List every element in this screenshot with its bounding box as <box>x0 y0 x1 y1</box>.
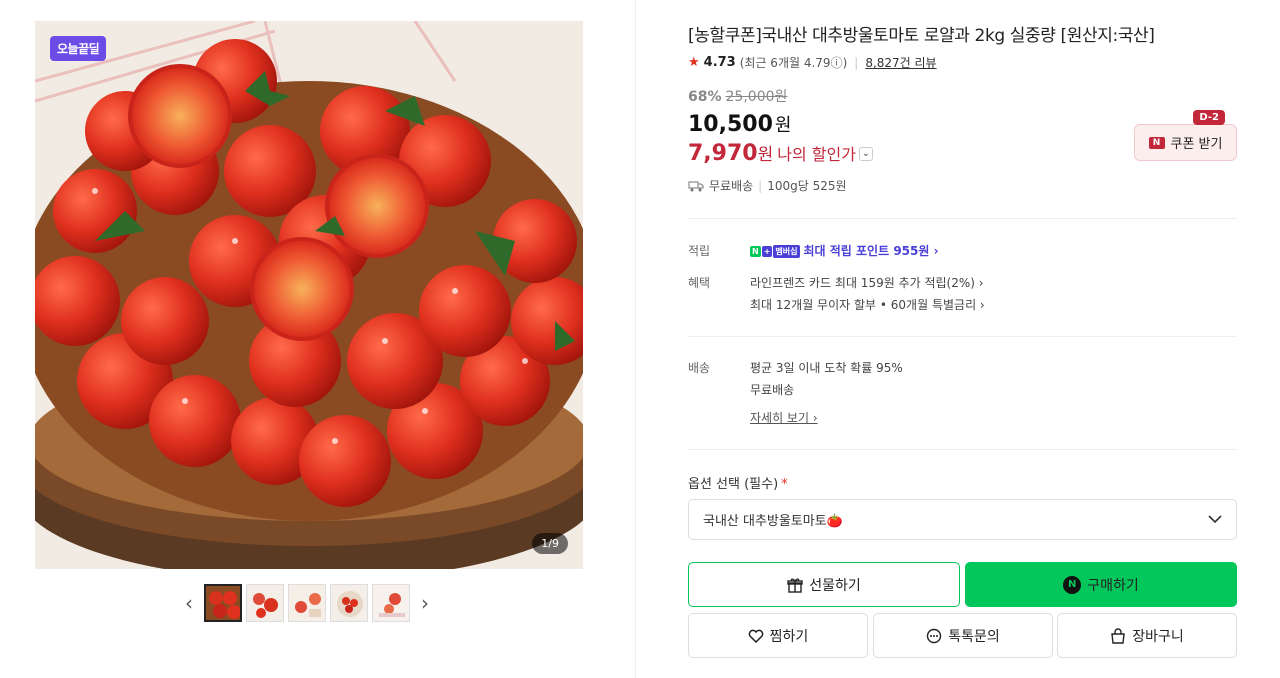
my-price-unit: 원 <box>757 145 774 165</box>
divider: | <box>758 178 763 193</box>
sale-price-unit: 원 <box>774 115 792 136</box>
unit-price: 100g당 525원 <box>767 179 847 193</box>
points-row[interactable]: N + 멤버십 최대 적립 포인트 955원 › <box>750 242 939 259</box>
shopping-bag-icon <box>1111 627 1126 644</box>
product-gallery: 오늘끝딜 1/9 ‹ › <box>0 0 636 678</box>
main-product-image[interactable]: 오늘끝딜 1/9 <box>35 21 583 569</box>
heart-icon <box>748 629 763 643</box>
tomato-photo <box>35 21 583 569</box>
points-label: 적립 <box>688 244 711 258</box>
benefit-card[interactable]: 라인프렌즈 카드 최대 159원 추가 적립(2%) › <box>750 274 984 291</box>
thumbnail-strip: ‹ › <box>178 584 436 622</box>
membership-badge: 멤버십 <box>773 245 800 258</box>
delivery-more-link[interactable]: 자세히 보기 › <box>750 409 818 426</box>
naver-n-icon: N <box>1148 136 1165 149</box>
deal-badge: 오늘끝딜 <box>50 36 107 61</box>
talk-button[interactable]: 톡톡문의 <box>873 613 1053 658</box>
rating-recent-text: (최근 6개월 4.79 <box>739 56 831 70</box>
benefit-installment[interactable]: 최대 12개월 무이자 할부 • 60개월 특별금리 › <box>750 296 985 313</box>
delivery-label: 배송 <box>688 361 711 375</box>
points-text: 최대 적립 포인트 955원 › <box>803 244 939 258</box>
gift-icon <box>787 578 803 593</box>
shipping-text: 무료배송 <box>709 179 754 193</box>
next-arrow-icon[interactable]: › <box>414 584 436 622</box>
product-info: [농할쿠폰]국내산 대추방울토마토 로얄과 2kg 실중량 [원산지:국산] ★… <box>688 0 1237 678</box>
cart-button[interactable]: 장바구니 <box>1057 613 1237 658</box>
wish-button[interactable]: 찜하기 <box>688 613 868 658</box>
option-label: 옵션 선택 (필수) * <box>688 473 788 492</box>
shipping-row: 무료배송 | 100g당 525원 <box>688 177 847 194</box>
image-counter: 1/9 <box>532 533 568 554</box>
rating-recent-close: ) <box>842 56 848 70</box>
original-price: 25,000원 <box>725 89 788 105</box>
divider <box>688 336 1237 337</box>
naver-pay-icon: N <box>1063 575 1082 594</box>
coupon-label: 쿠폰 받기 <box>1170 137 1223 152</box>
my-price-value: 7,970 <box>688 141 758 166</box>
product-title: [농할쿠폰]국내산 대추방울토마토 로얄과 2kg 실중량 [원산지:국산] <box>688 26 1155 46</box>
chevron-down-icon[interactable]: ⌄ <box>858 147 873 161</box>
buy-button[interactable]: N 구매하기 <box>965 562 1237 607</box>
truck-icon <box>688 181 704 191</box>
review-count-link[interactable]: 8,827건 리뷰 <box>865 54 936 71</box>
sale-price: 10,500 원 <box>688 111 791 137</box>
talk-label: 톡톡문의 <box>948 628 1000 645</box>
delivery-estimate: 평균 3일 이내 도착 확률 95% <box>750 361 903 375</box>
rating-recent: (최근 6개월 4.79ⓘ) <box>740 54 848 71</box>
option-select[interactable]: 국내산 대추방울토마토🍅 <box>688 499 1237 540</box>
discount-row: 68% 25,000원 <box>688 86 787 106</box>
coupon-button[interactable]: N 쿠폰 받기 <box>1134 124 1237 161</box>
discount-rate: 68% <box>688 89 722 105</box>
divider: | <box>854 55 859 70</box>
chevron-down-icon <box>1208 515 1222 524</box>
thumbnail-4[interactable] <box>330 584 368 622</box>
rating-row: ★ 4.73 (최근 6개월 4.79ⓘ) | 8,827건 리뷰 <box>688 54 937 71</box>
cart-label: 장바구니 <box>1132 628 1184 645</box>
info-icon[interactable]: ⓘ <box>831 56 843 70</box>
coupon-dday-badge: D-2 <box>1193 110 1225 125</box>
sale-price-value: 10,500 <box>688 112 773 137</box>
rating-score: 4.73 <box>703 55 736 70</box>
delivery-free: 무료배송 <box>750 383 795 397</box>
prev-arrow-icon[interactable]: ‹ <box>178 584 200 622</box>
required-mark: * <box>781 477 788 492</box>
thumbnail-2[interactable] <box>246 584 284 622</box>
option-selected: 국내산 대추방울토마토🍅 <box>703 514 843 529</box>
gift-button[interactable]: 선물하기 <box>688 562 960 607</box>
my-price[interactable]: 7,970원 나의 할인가 ⌄ <box>688 140 873 166</box>
thumbnail-1[interactable] <box>204 584 242 622</box>
option-label-text: 옵션 선택 (필수) <box>688 477 779 492</box>
gift-label: 선물하기 <box>809 577 861 594</box>
wish-label: 찜하기 <box>769 628 809 645</box>
divider <box>688 449 1237 450</box>
buy-label: 구매하기 <box>1087 577 1139 594</box>
star-icon: ★ <box>688 55 700 70</box>
divider <box>688 218 1237 219</box>
my-price-label: 나의 할인가 <box>777 145 856 164</box>
chat-icon <box>927 628 942 643</box>
naver-membership-icon: N + 멤버십 <box>750 245 800 258</box>
thumbnail-3[interactable] <box>288 584 326 622</box>
thumbnail-5[interactable] <box>372 584 410 622</box>
benefit-label: 혜택 <box>688 276 711 290</box>
